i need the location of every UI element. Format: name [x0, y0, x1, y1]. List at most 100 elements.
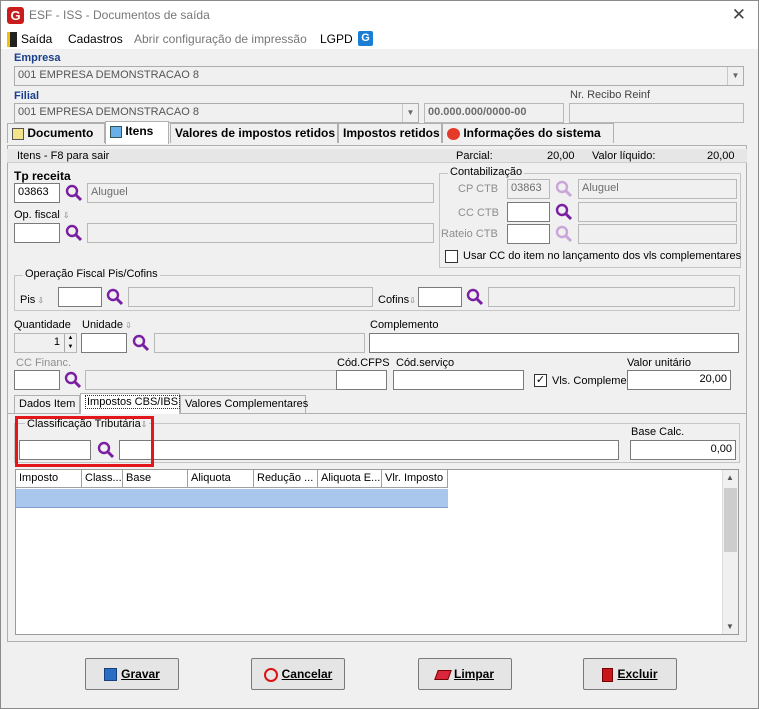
tab-info-label: Informações do sistema [463, 126, 601, 140]
cancelar-button[interactable]: Cancelar [251, 658, 345, 690]
search-icon [555, 180, 573, 198]
cp-ctb-label: CP CTB [458, 183, 499, 195]
pis-code[interactable] [58, 287, 102, 307]
usar-cc-label: Usar CC do item no lançamento dos vls co… [463, 250, 742, 262]
cc-financ-desc [85, 370, 358, 390]
chevron-down-icon[interactable]: ▼ [727, 67, 743, 85]
document-icon [12, 127, 24, 140]
cofins-label: Cofins⇩ [378, 294, 416, 306]
system-info-icon [447, 127, 460, 140]
base-calc-field[interactable]: 0,00 [630, 440, 736, 460]
cofins-code[interactable] [418, 287, 462, 307]
cod-servico-field[interactable] [393, 370, 524, 390]
recibo-reinf-label: Nr. Recibo Reinf [570, 89, 651, 101]
cc-ctb-code[interactable] [507, 202, 550, 222]
quantidade-value: 1 [53, 336, 60, 348]
search-icon[interactable] [65, 184, 83, 202]
cc-financ-label: CC Financ. [16, 357, 72, 369]
excluir-label: Excluir [617, 667, 658, 681]
parcial-label: Parcial: [456, 150, 493, 162]
empresa-select[interactable]: 001 EMPRESA DEMONSTRACAO 8 ▼ [14, 66, 744, 86]
subtab-impostos-cbs-ibs[interactable]: Impostos CBS/IBS [80, 393, 181, 414]
scroll-down-icon[interactable]: ▼ [726, 622, 734, 631]
scroll-thumb[interactable] [724, 488, 737, 552]
search-icon[interactable] [64, 371, 82, 389]
excluir-button[interactable]: Excluir [583, 658, 677, 690]
subtab-dados-item[interactable]: Dados Item [14, 395, 80, 413]
unidade-code[interactable] [81, 333, 127, 353]
usar-cc-checkbox[interactable] [445, 250, 458, 263]
trash-icon [602, 667, 614, 682]
classificacao-desc[interactable] [119, 440, 619, 460]
column-header[interactable]: Class... [82, 470, 123, 488]
tp-receita-desc: Aluguel [87, 183, 434, 203]
contabilizacao-title: Contabilização [448, 166, 525, 178]
column-header[interactable]: Redução ... [254, 470, 318, 488]
window-title: ESF - ISS - Documentos de saída [29, 8, 210, 22]
op-fiscal-code[interactable] [14, 223, 60, 243]
column-header[interactable]: Aliquota [188, 470, 254, 488]
status-line: Itens - F8 para sair Parcial: 20,00 Valo… [7, 149, 747, 163]
op-fiscal-label: Op. fiscal ⇩ [14, 209, 70, 221]
menu-item-saida[interactable]: Saída [21, 32, 52, 46]
limpar-button[interactable]: Limpar [418, 658, 512, 690]
quantidade-spinner[interactable]: ▲ ▼ [64, 334, 76, 352]
menu-item-cadastros[interactable]: Cadastros [68, 32, 123, 46]
rateio-ctb-code[interactable] [507, 224, 550, 244]
tp-receita-label: Tp receita [14, 169, 71, 183]
column-header[interactable]: Aliquota E... [318, 470, 382, 488]
scroll-up-icon[interactable]: ▲ [726, 473, 734, 482]
tab-documento[interactable]: Documento [7, 123, 105, 143]
cod-servico-label: Cód.serviço [396, 357, 455, 369]
main-window: G ESF - ISS - Documentos de saída ✕ Saíd… [0, 0, 759, 709]
gravar-button[interactable]: Gravar [85, 658, 179, 690]
table-row[interactable] [16, 489, 448, 508]
title-bar: G ESF - ISS - Documentos de saída ✕ [1, 1, 758, 31]
status-left-text: Itens - F8 para sair [17, 150, 110, 162]
search-icon[interactable] [106, 288, 124, 306]
chevron-down-icon[interactable]: ▼ [402, 104, 418, 122]
tab-impostos-retidos[interactable]: Impostos retidos [338, 123, 442, 143]
tab-itens[interactable]: Itens [105, 121, 169, 144]
search-icon[interactable] [132, 334, 150, 352]
unidade-label: Unidade ⇩ [82, 319, 132, 331]
column-header[interactable]: Vlr. Imposto [382, 470, 448, 488]
valor-unitario-label: Valor unitário [627, 357, 691, 369]
quantidade-label: Quantidade [14, 319, 71, 331]
parcial-value: 20,00 [547, 150, 575, 162]
search-icon[interactable] [555, 203, 573, 221]
cc-financ-code[interactable] [14, 370, 60, 390]
search-icon[interactable] [65, 224, 83, 242]
subtab-valores-complementares[interactable]: Valores Complementares [180, 395, 308, 413]
exit-icon [7, 32, 17, 47]
menu-item-abrir-config[interactable]: Abrir configuração de impressão [134, 32, 307, 46]
close-icon[interactable]: ✕ [732, 5, 746, 25]
op-fiscal-desc [87, 223, 434, 243]
cp-ctb-code: 03863 [507, 179, 550, 199]
pis-cofins-title: Operação Fiscal Pis/Cofins [23, 268, 160, 280]
lgpd-icon[interactable]: G [358, 31, 373, 46]
impostos-grid[interactable]: Imposto Class... Base Aliquota Redução .… [15, 469, 739, 635]
tp-receita-code[interactable]: 03863 [14, 183, 60, 203]
quantidade-field[interactable]: 1 ▲ ▼ [14, 333, 77, 353]
tab-valores-impostos-retidos[interactable]: Valores de impostos retidos [170, 123, 338, 143]
pis-desc [128, 287, 373, 307]
cod-cfps-field[interactable] [336, 370, 387, 390]
column-header[interactable]: Imposto [16, 470, 82, 488]
search-icon[interactable] [466, 288, 484, 306]
liquido-value: 20,00 [707, 150, 735, 162]
column-header[interactable]: Base [123, 470, 188, 488]
eraser-icon [434, 669, 452, 680]
menu-bar: Saída Cadastros Abrir configuração de im… [1, 31, 758, 49]
grid-scrollbar[interactable]: ▲ ▼ [722, 470, 738, 634]
menu-item-lgpd[interactable]: LGPD [320, 32, 353, 46]
filial-value: 001 EMPRESA DEMONSTRACAO 8 [18, 106, 199, 118]
rateio-ctb-label: Rateio CTB [441, 228, 498, 240]
valor-unitario-field[interactable]: 20,00 [627, 370, 731, 390]
vls-complementares-checkbox[interactable]: ✓ [534, 374, 547, 387]
tab-informacoes-sistema[interactable]: Informações do sistema [442, 123, 614, 143]
complemento-field[interactable] [369, 333, 739, 353]
recibo-reinf-field [569, 103, 744, 123]
subtab-impostos-label: Impostos CBS/IBS [85, 395, 181, 409]
filial-select[interactable]: 001 EMPRESA DEMONSTRACAO 8 ▼ [14, 103, 419, 123]
